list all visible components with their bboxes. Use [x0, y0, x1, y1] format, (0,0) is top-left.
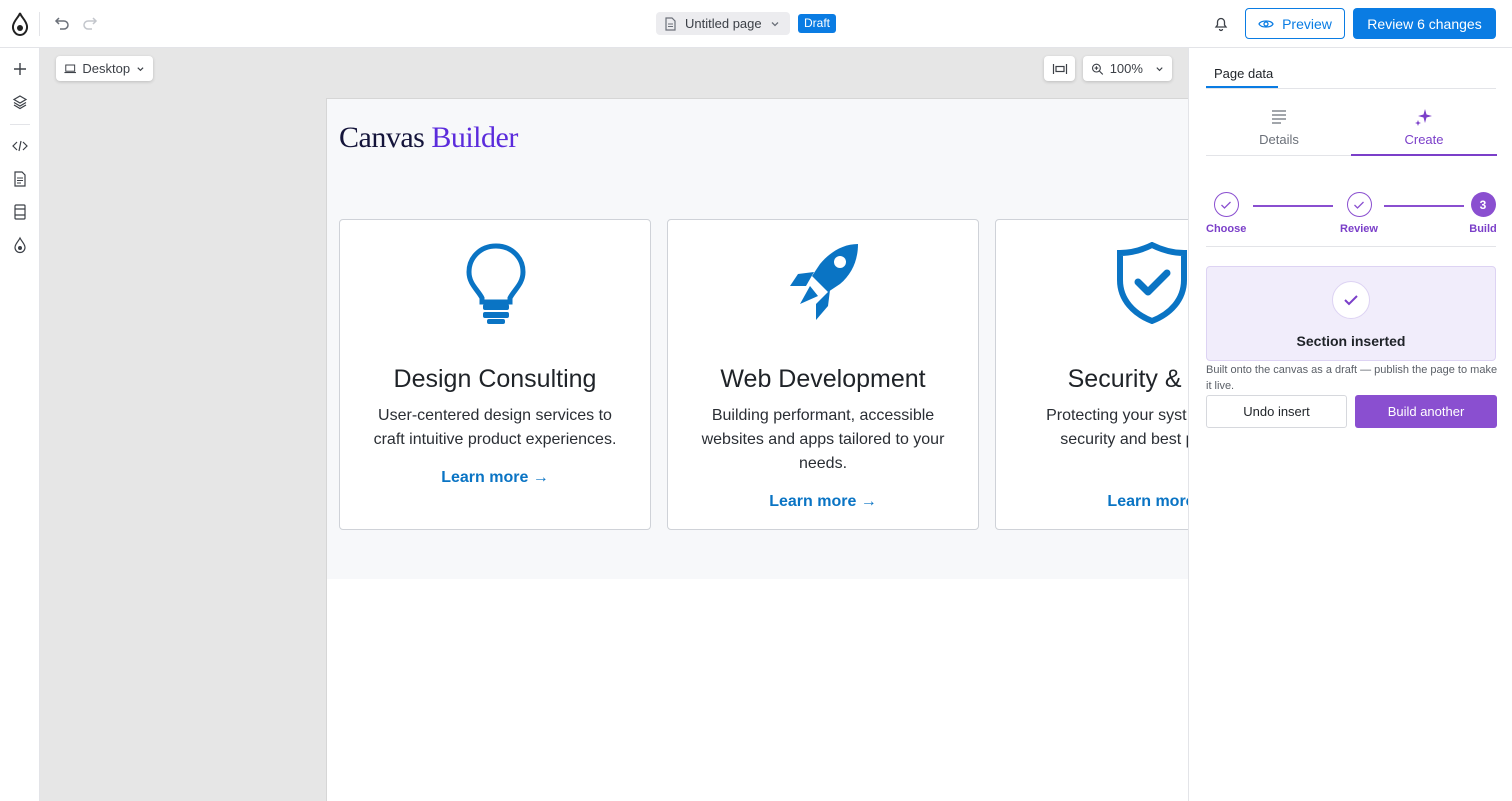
- zoom-selector[interactable]: 100%: [1083, 56, 1172, 81]
- page-icon[interactable]: [11, 170, 29, 188]
- laptop-icon: [64, 64, 76, 73]
- page-title: Untitled page: [685, 16, 762, 31]
- zoom-in-icon: [1091, 63, 1104, 75]
- bell-icon[interactable]: [1212, 14, 1230, 32]
- device-selector[interactable]: Desktop: [56, 56, 153, 81]
- right-panel: Page data Details Create Choose Review 3…: [1188, 48, 1512, 801]
- success-notice: Section inserted: [1206, 266, 1496, 361]
- step-build: 3 Build: [1468, 192, 1498, 235]
- site-brand-logo: Canvas Builder: [339, 121, 518, 155]
- step-choose: Choose: [1206, 192, 1246, 235]
- card-description: User-centered design services to craft i…: [373, 407, 617, 448]
- draft-note: Built onto the canvas as a draft — publi…: [1206, 364, 1498, 392]
- step-number: 3: [1470, 192, 1496, 217]
- check-icon: [1213, 192, 1239, 217]
- lightbulb-icon: [466, 243, 526, 324]
- drupal-logo-icon[interactable]: [10, 12, 30, 36]
- page-title-dropdown[interactable]: Untitled page: [656, 12, 790, 35]
- chevron-down-icon: [1156, 66, 1163, 71]
- document-icon: [665, 16, 676, 31]
- sparkle-icon: [1415, 109, 1432, 126]
- service-card[interactable]: Web Development Building performant, acc…: [667, 219, 979, 530]
- build-another-button[interactable]: Build another: [1355, 395, 1497, 428]
- rail-divider: [10, 124, 30, 125]
- services-section[interactable]: Canvas Builder Design Consulting User-ce…: [327, 99, 1188, 579]
- tab-details[interactable]: Details: [1206, 104, 1352, 156]
- left-rail: [0, 48, 40, 801]
- redo-icon[interactable]: [82, 14, 100, 32]
- tab-details-label: Details: [1259, 132, 1299, 147]
- drop-icon[interactable]: [11, 236, 29, 254]
- success-message: Section inserted: [1296, 333, 1406, 349]
- tab-create-label: Create: [1404, 132, 1444, 147]
- brand-word-1: Canvas: [339, 121, 425, 154]
- rocket-icon: [790, 244, 858, 320]
- page-preview-frame[interactable]: Canvas Builder Design Consulting User-ce…: [326, 98, 1188, 801]
- tab-create[interactable]: Create: [1351, 104, 1497, 156]
- chevron-down-icon: [137, 66, 144, 71]
- fit-width-icon: [1052, 63, 1067, 74]
- learn-more-link[interactable]: Learn more →: [340, 469, 650, 487]
- shield-check-icon: [1117, 242, 1187, 324]
- step-connector: [1253, 205, 1333, 207]
- card-description: Building performant, accessible websites…: [701, 407, 945, 472]
- status-badge: Draft: [798, 14, 837, 33]
- fit-width-button[interactable]: [1044, 56, 1075, 81]
- zoom-level: 100%: [1109, 61, 1143, 76]
- step-label: Choose: [1206, 223, 1247, 235]
- toolbar-divider: [39, 12, 40, 36]
- learn-more-link[interactable]: Learn more: [996, 493, 1188, 511]
- eye-icon: [1258, 19, 1274, 28]
- undo-icon[interactable]: [52, 14, 70, 32]
- text-lines-icon: [1272, 110, 1286, 124]
- preview-button[interactable]: Preview: [1245, 8, 1345, 39]
- service-card[interactable]: Design Consulting User-centered design s…: [339, 219, 651, 530]
- chevron-down-icon: [771, 21, 779, 26]
- editor-canvas[interactable]: Desktop 100% Canvas Builder Design Consu…: [40, 48, 1188, 801]
- progress-stepper: Choose Review 3 Build: [1206, 192, 1498, 246]
- top-bar: Untitled page Draft Preview Review 6 cha…: [0, 0, 1512, 48]
- stepper-divider: [1206, 246, 1496, 247]
- step-connector: [1384, 205, 1464, 207]
- tab-divider: [1206, 88, 1496, 89]
- card-title: Design Consulting: [393, 365, 597, 393]
- success-check-icon: [1332, 281, 1370, 319]
- review-changes-button[interactable]: Review 6 changes: [1353, 8, 1496, 39]
- learn-more-link[interactable]: Learn more →: [668, 493, 978, 511]
- preview-label: Preview: [1282, 15, 1332, 32]
- card-title: Web Development: [720, 365, 926, 393]
- layers-icon[interactable]: [11, 93, 29, 111]
- step-review: Review: [1337, 192, 1381, 235]
- card-description: Protecting your syst proactive security …: [1046, 407, 1188, 448]
- device-label: Desktop: [82, 61, 131, 76]
- check-icon: [1346, 192, 1372, 217]
- undo-insert-button[interactable]: Undo insert: [1206, 395, 1347, 428]
- add-icon[interactable]: [11, 60, 29, 78]
- card-title: Security & Con: [1067, 365, 1188, 393]
- tab-page-data[interactable]: Page data: [1206, 58, 1278, 88]
- library-icon[interactable]: [11, 203, 29, 221]
- step-label: Review: [1340, 223, 1378, 235]
- brand-word-2: Builder: [431, 121, 518, 154]
- service-card[interactable]: Security & Con Protecting your syst proa…: [995, 219, 1188, 530]
- code-icon[interactable]: [11, 137, 29, 155]
- step-label: Build: [1469, 223, 1497, 235]
